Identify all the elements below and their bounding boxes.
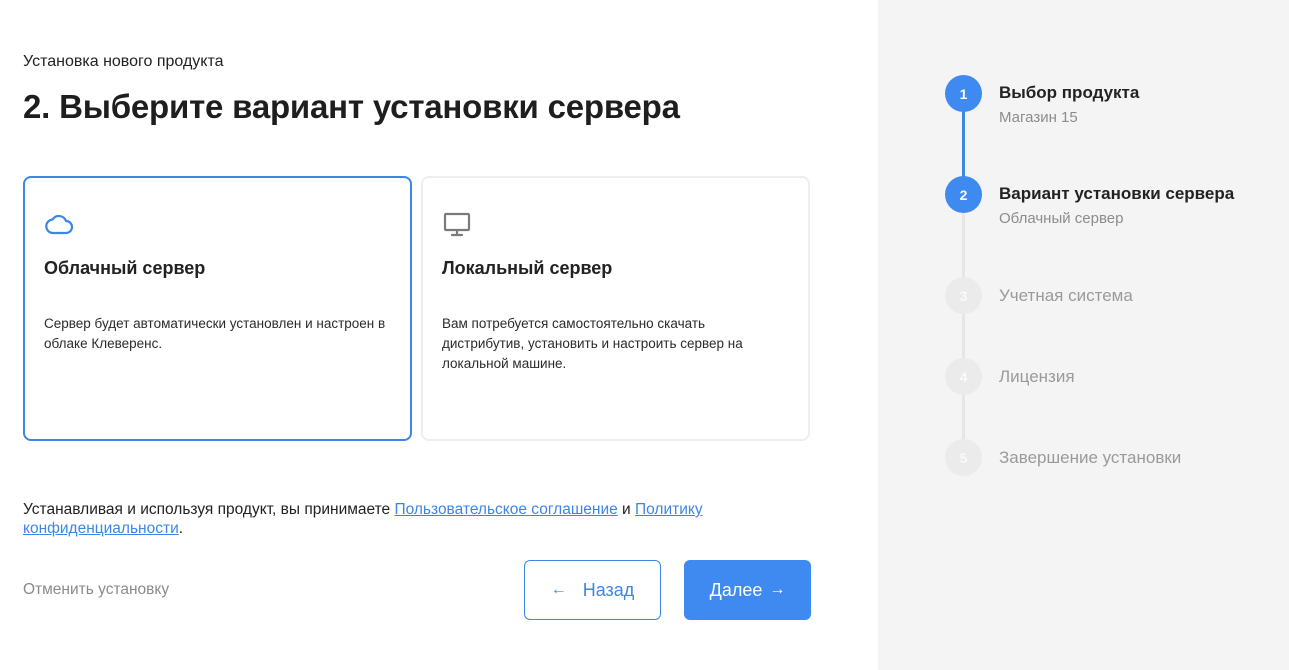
step-number-badge: 1 xyxy=(945,75,982,112)
option-title: Облачный сервер xyxy=(44,258,206,278)
monitor-icon xyxy=(443,212,471,237)
option-card-cloud[interactable]: Облачный сервер Сервер будет автоматичес… xyxy=(23,176,412,441)
step-sublabel: Облачный сервер xyxy=(999,210,1124,227)
option-description: Сервер будет автоматически установлен и … xyxy=(44,316,386,351)
stepper-progress-line xyxy=(962,110,965,185)
step-label: Выбор продукта xyxy=(999,83,1140,102)
stepper: 1 Выбор продукта Магазин 15 2 Вариант ус… xyxy=(878,0,1289,670)
agreement-text-and: и xyxy=(617,501,636,518)
page-title: 2. Выберите вариант установки сервера xyxy=(23,88,680,125)
page-overline: Установка нового продукта xyxy=(23,53,224,70)
back-button[interactable]: ← Назад xyxy=(524,560,661,620)
step-sublabel: Магазин 15 xyxy=(999,109,1078,126)
agreement-text: Устанавливая и используя продукт, вы при… xyxy=(23,500,783,538)
option-description: Вам потребуется самостоятельно скачать д… xyxy=(442,316,743,371)
terms-link[interactable]: Пользовательское соглашение xyxy=(394,501,617,518)
next-button-label: Далее xyxy=(709,579,763,600)
step-number-badge: 4 xyxy=(945,358,982,395)
step-label: Учетная система xyxy=(999,286,1133,305)
main-panel: Установка нового продукта 2. Выберите ва… xyxy=(0,0,878,670)
cloud-icon xyxy=(45,214,74,235)
next-button[interactable]: Далее → xyxy=(684,560,811,620)
option-card-local[interactable]: Локальный сервер Вам потребуется самосто… xyxy=(421,176,810,441)
stepper-remaining-line xyxy=(962,212,965,456)
arrow-right-icon: → xyxy=(769,581,786,598)
step-number-badge: 5 xyxy=(945,439,982,476)
cancel-install-link[interactable]: Отменить установку xyxy=(23,581,169,599)
arrow-left-icon: ← xyxy=(550,581,567,598)
option-title: Локальный сервер xyxy=(442,258,613,278)
agreement-text-before: Устанавливая и используя продукт, вы при… xyxy=(23,501,395,518)
step-label: Лицензия xyxy=(999,367,1075,386)
back-button-label: Назад xyxy=(582,579,635,600)
step-label: Завершение установки xyxy=(999,448,1182,467)
step-number-badge: 3 xyxy=(945,277,982,314)
step-number-badge: 2 xyxy=(945,176,982,213)
agreement-text-after: . xyxy=(178,520,184,537)
steps-sidebar: 1 Выбор продукта Магазин 15 2 Вариант ус… xyxy=(878,0,1289,670)
step-label: Вариант установки сервера xyxy=(999,184,1235,203)
